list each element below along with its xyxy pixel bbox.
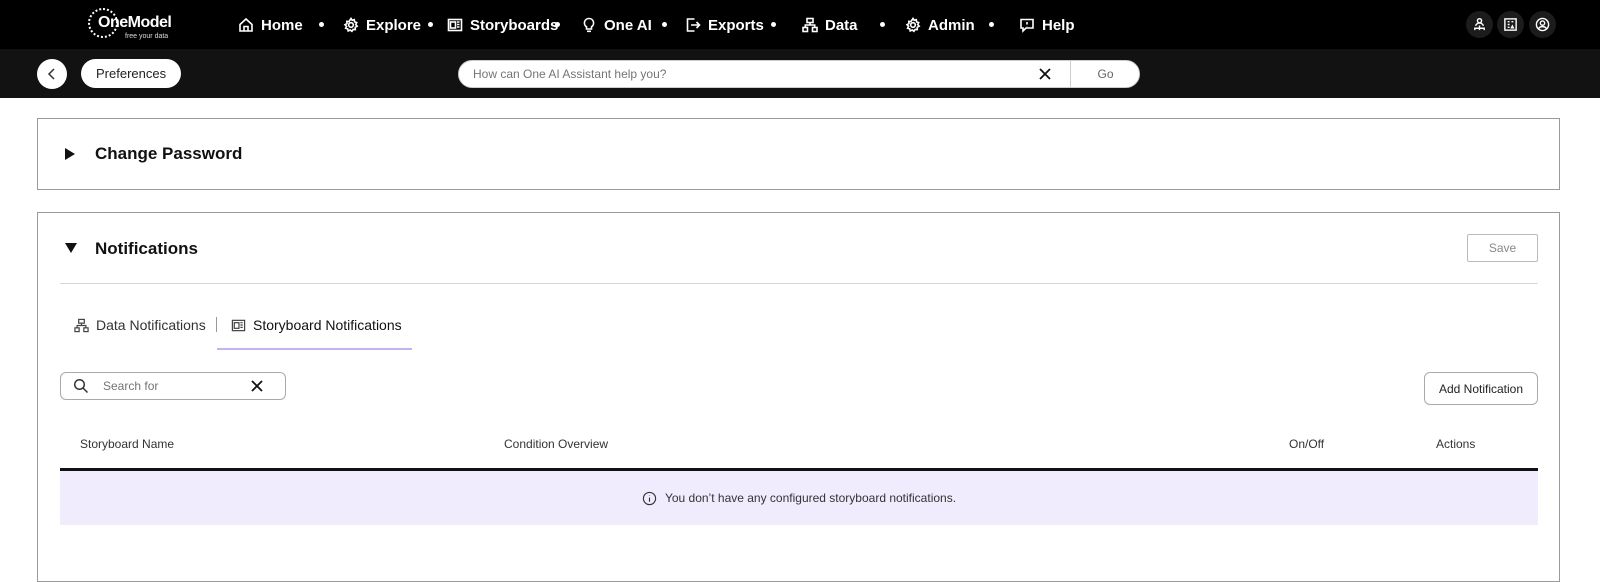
tab-label: Data Notifications [96,317,206,333]
nav-item-label: Admin [928,16,975,34]
user-avatar-icon [1535,17,1550,32]
change-password-panel: Change Password [37,118,1560,190]
data-hierarchy-icon [74,318,89,332]
nav-separator-dot [771,22,776,27]
nav-item-label: Home [261,16,303,34]
gear-icon [343,17,359,33]
nav-item-home[interactable]: Home [238,14,303,36]
nav-separator-dot [880,22,885,27]
expand-triangle-icon[interactable] [65,148,75,160]
nav-separator-dot [428,22,433,27]
close-icon [1039,68,1051,80]
tab-storyboard-notifications[interactable]: Storyboard Notifications [231,313,402,337]
save-button[interactable]: Save [1467,234,1538,262]
collapse-triangle-icon[interactable] [65,243,77,253]
tab-data-notifications[interactable]: Data Notifications [74,313,206,337]
org-chart-button[interactable] [1466,11,1493,38]
notifications-title[interactable]: Notifications [95,239,198,259]
storyboard-icon [447,18,463,32]
building-icon [1504,18,1517,31]
nav-item-label: Data [825,16,858,34]
section-divider [60,283,1538,284]
column-header-storyboard-name[interactable]: Storyboard Name [80,437,174,451]
nav-item-explore[interactable]: Explore [343,14,421,36]
tab-label: Storyboard Notifications [253,317,402,333]
logo-tagline: free your data [125,33,169,40]
add-notification-button[interactable]: Add Notification [1424,372,1538,405]
column-header-condition-overview[interactable]: Condition Overview [504,437,608,451]
close-icon [251,380,263,392]
ai-assistant-input[interactable] [473,61,1033,87]
empty-state-row: You don’t have any configured storyboard… [60,471,1538,525]
nav-item-label: Storyboards [470,16,559,34]
column-header-on-off[interactable]: On/Off [1289,437,1324,451]
gear-icon [905,17,921,33]
building-button[interactable] [1497,11,1524,38]
top-navigation-bar: OneModel free your data Home Explore Sto… [0,0,1600,49]
nav-item-label: One AI [604,16,652,34]
onemodel-logo[interactable]: OneModel free your data [88,8,178,42]
search-input[interactable] [103,373,243,399]
sub-toolbar: Preferences Go [0,49,1600,98]
column-header-actions: Actions [1436,437,1476,451]
logo-name: OneModel [98,14,172,31]
tab-separator [216,317,217,332]
nav-item-label: Explore [366,16,422,34]
storyboard-icon [231,319,246,331]
ai-assistant-bar: Go [458,60,1140,88]
nav-item-data[interactable]: Data [802,14,858,36]
nav-item-help[interactable]: Help [1019,14,1075,36]
nav-item-storyboards[interactable]: Storyboards [447,14,558,36]
nav-separator-dot [319,22,324,27]
lightbulb-icon [583,17,595,33]
home-icon [239,17,253,32]
search-box [60,372,286,400]
page-title-pill: Preferences [81,59,182,88]
nav-separator-dot [989,22,994,27]
nav-separator-dot [662,22,667,27]
chevron-left-icon [47,68,55,80]
change-password-title[interactable]: Change Password [95,144,242,164]
notifications-panel: Notifications Save Data Notifications St… [37,212,1560,582]
back-button[interactable] [37,59,67,89]
nav-item-one-ai[interactable]: One AI [581,14,652,36]
nav-item-label: Exports [708,16,764,34]
help-comment-icon [1020,18,1034,33]
search-clear-button[interactable] [249,378,265,394]
nav-separator-dot [555,22,560,27]
export-icon [686,18,701,32]
user-profile-button[interactable] [1529,11,1556,38]
ai-go-button[interactable]: Go [1071,61,1140,87]
nav-item-exports[interactable]: Exports [685,14,764,36]
active-tab-indicator [217,348,412,350]
search-icon [73,378,89,394]
data-hierarchy-icon [802,17,818,33]
nav-item-label: Help [1042,16,1075,34]
org-chart-icon [1474,17,1485,31]
empty-state-message: You don’t have any configured storyboard… [664,491,957,505]
info-icon [642,491,657,505]
nav-item-admin[interactable]: Admin [905,14,975,36]
ai-clear-button[interactable] [1037,66,1053,82]
